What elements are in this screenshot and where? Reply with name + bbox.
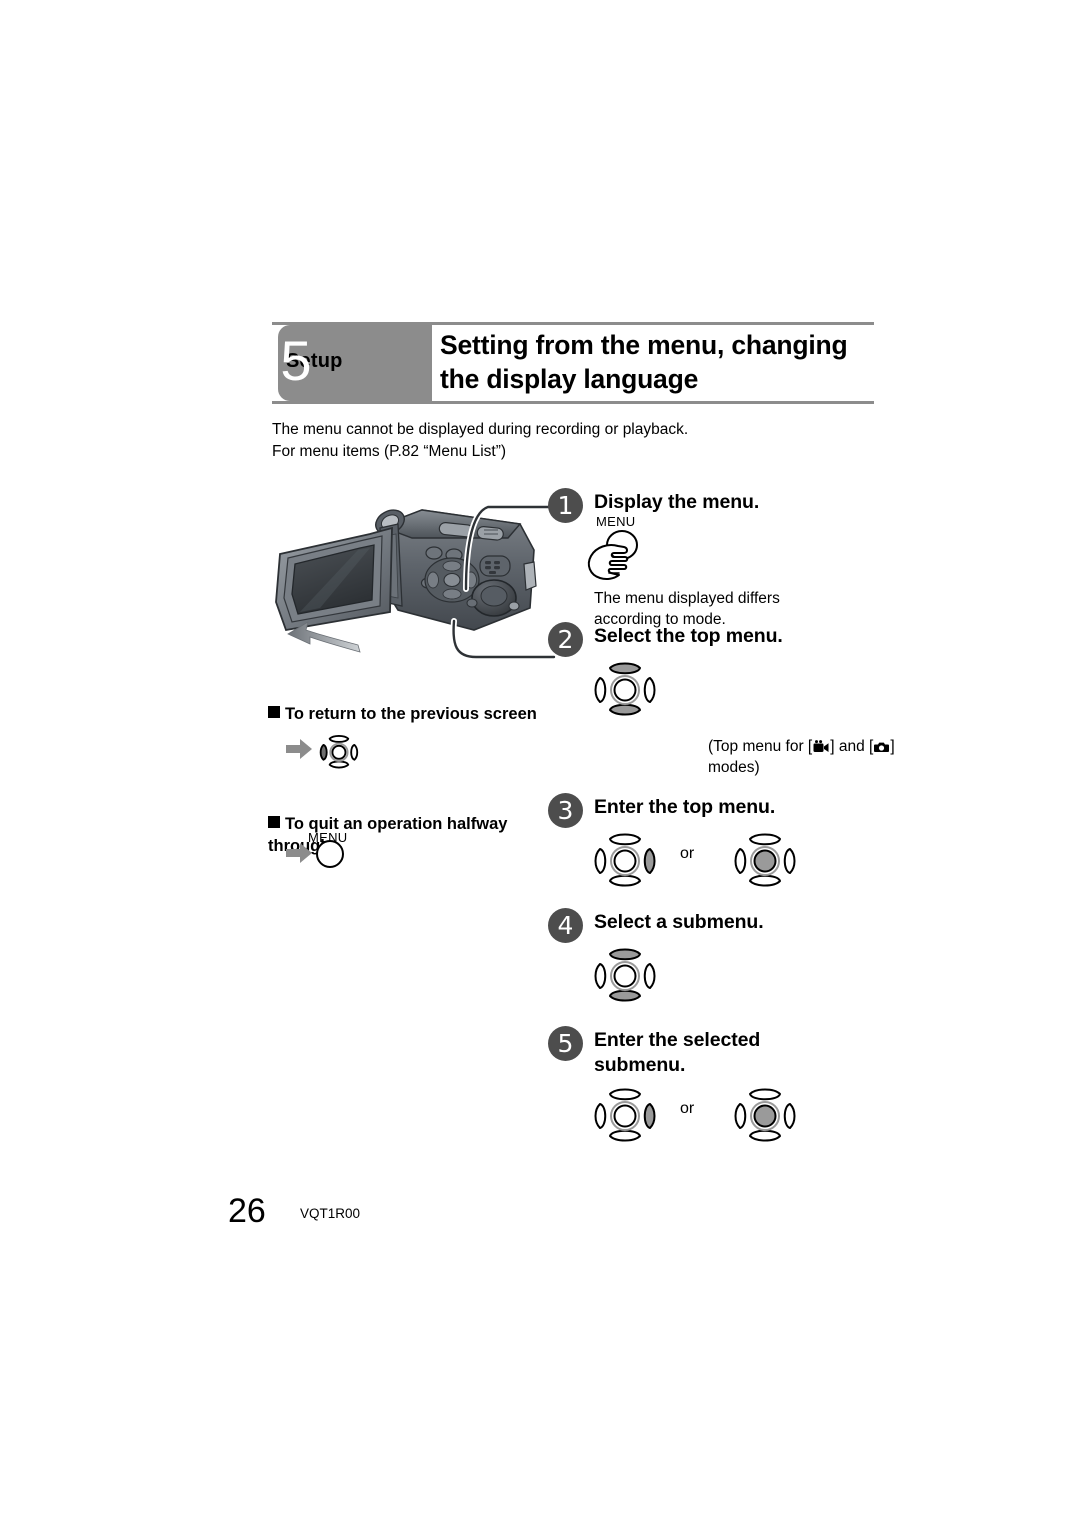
step-5-number: 5 (548, 1026, 583, 1061)
step-3-or-label: or (680, 845, 695, 862)
joystick-up-down-icon (588, 654, 662, 724)
step-1-menu-label: MENU (596, 514, 636, 529)
joystick-center-icon (728, 825, 802, 895)
page-number: 26 (228, 1192, 266, 1230)
bullet-square-icon-2 (268, 816, 280, 828)
quit-operation-illustration (286, 840, 356, 874)
header-number-box (384, 325, 432, 401)
page-header: Setup 5 Setting from the menu, changing … (272, 322, 874, 404)
video-mode-icon (813, 740, 829, 753)
step-3-title: Enter the top menu. (594, 796, 776, 818)
photo-mode-icon (874, 741, 890, 753)
step-3-number: 3 (548, 793, 583, 828)
step-2: 2 Select the top menu. (Top menu for []… (548, 622, 895, 776)
step-1-title: Display the menu. (594, 491, 760, 513)
step-5-title: Enter the selected submenu. (594, 1029, 761, 1076)
step-2-note-middle: ] and [ (830, 738, 874, 755)
joystick-up-down-icon-2 (588, 940, 662, 1010)
section-return-heading: To return to the previous screen (268, 703, 558, 725)
return-to-previous-illustration (286, 728, 366, 776)
section-return-label: To return to the previous screen (285, 705, 537, 723)
step-2-mode-note: (Top menu for [ ] and [ ] modes) (708, 736, 928, 778)
bullet-square-icon (268, 706, 280, 718)
step-2-note-suffix: ] (890, 738, 895, 755)
intro-line-2: For menu items (P.82 “Menu List”) (272, 443, 507, 460)
header-step-number: 5 (280, 329, 312, 392)
header-rule-bottom (272, 401, 874, 404)
step-5: 5 Enter the selected submenu. or (548, 1026, 878, 1146)
step-1-number: 1 (548, 488, 583, 523)
step-2-number: 2 (548, 622, 583, 657)
joystick-right-icon (588, 825, 662, 895)
joystick-right-icon-2 (588, 1080, 662, 1150)
step-2-note-line2: modes) (708, 759, 760, 776)
intro-line-1: The menu cannot be displayed during reco… (272, 421, 689, 438)
step-4-number: 4 (548, 908, 583, 943)
step-3: 3 Enter the top menu. or (548, 793, 878, 893)
manual-page: Setup 5 Setting from the menu, changing … (0, 0, 1080, 1528)
document-code: VQT1R00 (300, 1206, 361, 1221)
step-4: 4 Select a submenu. (548, 908, 878, 1008)
joystick-center-icon-2 (728, 1080, 802, 1150)
step-5-or-label: or (680, 1100, 695, 1117)
hand-pressing-menu-icon (578, 528, 658, 590)
intro-text: The menu cannot be displayed during reco… (272, 419, 792, 463)
step-1: 1 Display the menu. MENU The menu displa… (548, 488, 878, 628)
step-4-title: Select a submenu. (594, 911, 764, 933)
page-title: Setting from the menu, changing the disp… (440, 330, 848, 394)
step-2-title: Select the top menu. (594, 625, 783, 647)
step-2-note-prefix: (Top menu for [ (708, 738, 813, 755)
